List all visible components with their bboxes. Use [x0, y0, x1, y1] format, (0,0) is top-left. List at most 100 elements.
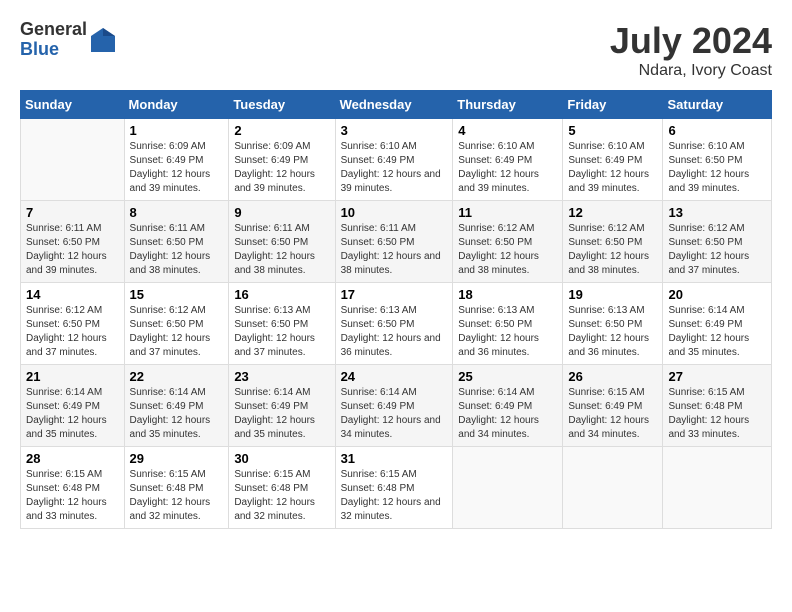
col-monday: Monday [124, 91, 229, 119]
day-info: Sunrise: 6:12 AMSunset: 6:50 PMDaylight:… [458, 223, 539, 276]
day-number: 27 [668, 369, 766, 384]
calendar-cell: 25Sunrise: 6:14 AMSunset: 6:49 PMDayligh… [453, 365, 563, 447]
day-number: 10 [341, 205, 448, 220]
calendar-cell: 3 Sunrise: 6:10 AMSunset: 6:49 PMDaylight… [335, 119, 453, 201]
calendar-cell: 7 Sunrise: 6:11 AMSunset: 6:50 PMDaylight… [21, 201, 125, 283]
day-number: 11 [458, 205, 557, 220]
main-title: July 2024 [610, 20, 772, 62]
calendar-cell: 1 Sunrise: 6:09 AMSunset: 6:49 PMDaylight… [124, 119, 229, 201]
calendar-cell [21, 119, 125, 201]
day-info: Sunrise: 6:10 AMSunset: 6:49 PMDaylight:… [341, 141, 441, 194]
calendar-cell: 4 Sunrise: 6:10 AMSunset: 6:49 PMDaylight… [453, 119, 563, 201]
calendar-cell: 29 Sunrise: 6:15 AMSunset: 6:48 PMDayligh… [124, 447, 229, 529]
col-sunday: Sunday [21, 91, 125, 119]
day-info: Sunrise: 6:11 AMSunset: 6:50 PMDaylight:… [26, 223, 107, 276]
day-number: 1 [130, 123, 224, 138]
day-number: 24 [341, 369, 448, 384]
calendar-cell: 8Sunrise: 6:11 AMSunset: 6:50 PMDaylight… [124, 201, 229, 283]
subtitle: Ndara, Ivory Coast [610, 62, 772, 80]
calendar-cell: 23 Sunrise: 6:14 AMSunset: 6:49 PMDayligh… [229, 365, 335, 447]
col-thursday: Thursday [453, 91, 563, 119]
day-number: 4 [458, 123, 557, 138]
day-number: 19 [568, 287, 657, 302]
day-info: Sunrise: 6:15 AMSunset: 6:48 PMDaylight:… [341, 469, 441, 522]
calendar-cell: 20Sunrise: 6:14 AMSunset: 6:49 PMDayligh… [663, 283, 772, 365]
day-info: Sunrise: 6:14 AMSunset: 6:49 PMDaylight:… [341, 387, 441, 440]
calendar-week-3: 14 Sunrise: 6:12 AMSunset: 6:50 PMDayligh… [21, 283, 772, 365]
calendar-cell: 12Sunrise: 6:12 AMSunset: 6:50 PMDayligh… [563, 201, 663, 283]
day-info: Sunrise: 6:12 AMSunset: 6:50 PMDaylight:… [568, 223, 649, 276]
calendar-cell: 17 Sunrise: 6:13 AMSunset: 6:50 PMDayligh… [335, 283, 453, 365]
calendar-cell: 13 Sunrise: 6:12 AMSunset: 6:50 PMDayligh… [663, 201, 772, 283]
calendar-week-2: 7 Sunrise: 6:11 AMSunset: 6:50 PMDaylight… [21, 201, 772, 283]
col-tuesday: Tuesday [229, 91, 335, 119]
day-number: 7 [26, 205, 119, 220]
col-wednesday: Wednesday [335, 91, 453, 119]
day-info: Sunrise: 6:15 AMSunset: 6:48 PMDaylight:… [234, 469, 315, 522]
logo-blue: Blue [20, 40, 87, 60]
calendar-cell [563, 447, 663, 529]
day-info: Sunrise: 6:13 AMSunset: 6:50 PMDaylight:… [234, 305, 315, 358]
day-info: Sunrise: 6:15 AMSunset: 6:48 PMDaylight:… [130, 469, 211, 522]
day-number: 13 [668, 205, 766, 220]
day-number: 25 [458, 369, 557, 384]
title-area: July 2024 Ndara, Ivory Coast [610, 20, 772, 80]
calendar-week-4: 21 Sunrise: 6:14 AMSunset: 6:49 PMDayligh… [21, 365, 772, 447]
logo-general: General [20, 20, 87, 40]
calendar-cell: 31Sunrise: 6:15 AMSunset: 6:48 PMDayligh… [335, 447, 453, 529]
day-number: 23 [234, 369, 329, 384]
day-info: Sunrise: 6:14 AMSunset: 6:49 PMDaylight:… [234, 387, 315, 440]
day-number: 6 [668, 123, 766, 138]
calendar-cell: 27Sunrise: 6:15 AMSunset: 6:48 PMDayligh… [663, 365, 772, 447]
day-number: 21 [26, 369, 119, 384]
day-info: Sunrise: 6:12 AMSunset: 6:50 PMDaylight:… [130, 305, 211, 358]
day-number: 2 [234, 123, 329, 138]
day-info: Sunrise: 6:09 AMSunset: 6:49 PMDaylight:… [234, 141, 315, 194]
day-info: Sunrise: 6:14 AMSunset: 6:49 PMDaylight:… [26, 387, 107, 440]
day-info: Sunrise: 6:13 AMSunset: 6:50 PMDaylight:… [568, 305, 649, 358]
day-number: 17 [341, 287, 448, 302]
day-number: 3 [341, 123, 448, 138]
day-info: Sunrise: 6:15 AMSunset: 6:48 PMDaylight:… [26, 469, 107, 522]
calendar-week-1: 1 Sunrise: 6:09 AMSunset: 6:49 PMDaylight… [21, 119, 772, 201]
logo-text: General Blue [20, 20, 87, 60]
day-info: Sunrise: 6:12 AMSunset: 6:50 PMDaylight:… [26, 305, 107, 358]
logo: General Blue [20, 20, 117, 60]
header: General Blue July 2024 Ndara, Ivory Coas… [20, 20, 772, 80]
calendar-cell: 18 Sunrise: 6:13 AMSunset: 6:50 PMDayligh… [453, 283, 563, 365]
day-number: 14 [26, 287, 119, 302]
day-number: 18 [458, 287, 557, 302]
day-info: Sunrise: 6:14 AMSunset: 6:49 PMDaylight:… [130, 387, 211, 440]
calendar-cell: 11 Sunrise: 6:12 AMSunset: 6:50 PMDayligh… [453, 201, 563, 283]
calendar-cell: 30Sunrise: 6:15 AMSunset: 6:48 PMDayligh… [229, 447, 335, 529]
calendar-cell: 15Sunrise: 6:12 AMSunset: 6:50 PMDayligh… [124, 283, 229, 365]
day-info: Sunrise: 6:09 AMSunset: 6:49 PMDaylight:… [130, 141, 211, 194]
day-info: Sunrise: 6:13 AMSunset: 6:50 PMDaylight:… [341, 305, 441, 358]
calendar-cell: 22 Sunrise: 6:14 AMSunset: 6:49 PMDayligh… [124, 365, 229, 447]
col-friday: Friday [563, 91, 663, 119]
calendar-week-5: 28Sunrise: 6:15 AMSunset: 6:48 PMDayligh… [21, 447, 772, 529]
day-number: 26 [568, 369, 657, 384]
calendar-table: Sunday Monday Tuesday Wednesday Thursday… [20, 90, 772, 529]
calendar-cell: 10Sunrise: 6:11 AMSunset: 6:50 PMDayligh… [335, 201, 453, 283]
col-saturday: Saturday [663, 91, 772, 119]
day-number: 8 [130, 205, 224, 220]
day-info: Sunrise: 6:15 AMSunset: 6:49 PMDaylight:… [568, 387, 649, 440]
calendar-cell: 9 Sunrise: 6:11 AMSunset: 6:50 PMDaylight… [229, 201, 335, 283]
day-number: 29 [130, 451, 224, 466]
day-info: Sunrise: 6:12 AMSunset: 6:50 PMDaylight:… [668, 223, 749, 276]
day-info: Sunrise: 6:11 AMSunset: 6:50 PMDaylight:… [234, 223, 315, 276]
header-row: Sunday Monday Tuesday Wednesday Thursday… [21, 91, 772, 119]
day-number: 16 [234, 287, 329, 302]
day-number: 9 [234, 205, 329, 220]
calendar-cell: 24 Sunrise: 6:14 AMSunset: 6:49 PMDayligh… [335, 365, 453, 447]
day-info: Sunrise: 6:13 AMSunset: 6:50 PMDaylight:… [458, 305, 539, 358]
calendar-cell: 16 Sunrise: 6:13 AMSunset: 6:50 PMDayligh… [229, 283, 335, 365]
logo-icon [89, 26, 117, 54]
calendar-cell: 5Sunrise: 6:10 AMSunset: 6:49 PMDaylight… [563, 119, 663, 201]
calendar-cell: 14 Sunrise: 6:12 AMSunset: 6:50 PMDayligh… [21, 283, 125, 365]
calendar-cell: 28Sunrise: 6:15 AMSunset: 6:48 PMDayligh… [21, 447, 125, 529]
day-number: 22 [130, 369, 224, 384]
day-number: 20 [668, 287, 766, 302]
day-info: Sunrise: 6:10 AMSunset: 6:49 PMDaylight:… [458, 141, 539, 194]
